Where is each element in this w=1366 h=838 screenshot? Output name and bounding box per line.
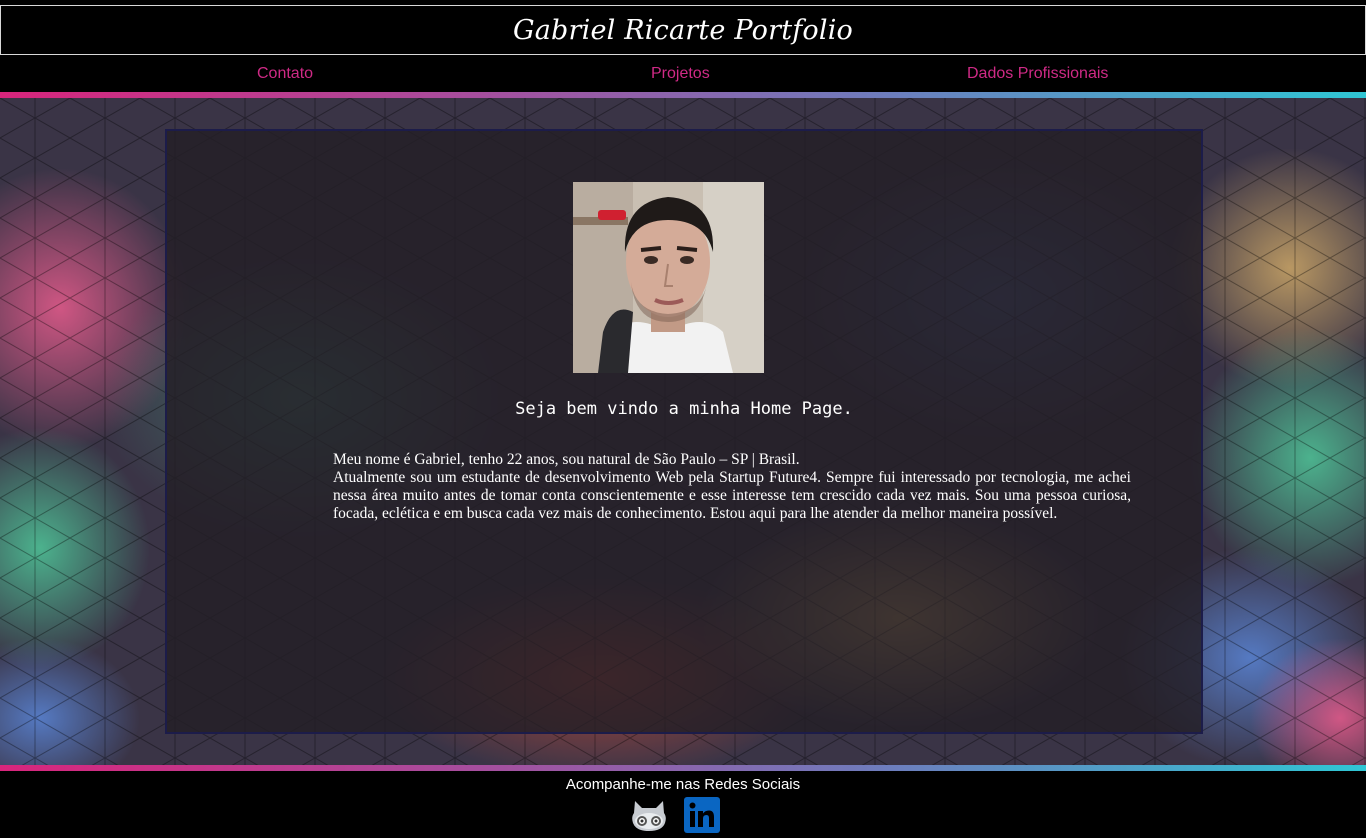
- github-icon[interactable]: [630, 797, 668, 838]
- site-title: Gabriel Ricarte Portfolio: [512, 14, 854, 46]
- nav-link-projetos[interactable]: Projetos: [651, 65, 710, 83]
- site-header: Gabriel Ricarte Portfolio: [0, 5, 1366, 55]
- linkedin-icon[interactable]: [684, 797, 720, 838]
- bio-paragraph: Atualmente sou um estudante de desenvolv…: [333, 469, 1131, 522]
- main-nav: Contato Projetos Dados Profissionais: [0, 55, 1366, 92]
- welcome-heading: Seja bem vindo a minha Home Page.: [515, 399, 853, 419]
- bio-intro: Meu nome é Gabriel, tenho 22 anos, sou n…: [333, 451, 800, 468]
- site-footer: Acompanhe-me nas Redes Sociais: [0, 771, 1366, 837]
- nav-link-dados-profissionais[interactable]: Dados Profissionais: [967, 65, 1108, 83]
- nav-link-contato[interactable]: Contato: [257, 65, 313, 83]
- social-title: Acompanhe-me nas Redes Sociais: [565, 776, 801, 793]
- content-panel: Seja bem vindo a minha Home Page. Meu no…: [165, 129, 1203, 734]
- profile-photo: [573, 182, 764, 373]
- bio-text: Meu nome é Gabriel, tenho 22 anos, sou n…: [333, 451, 1131, 523]
